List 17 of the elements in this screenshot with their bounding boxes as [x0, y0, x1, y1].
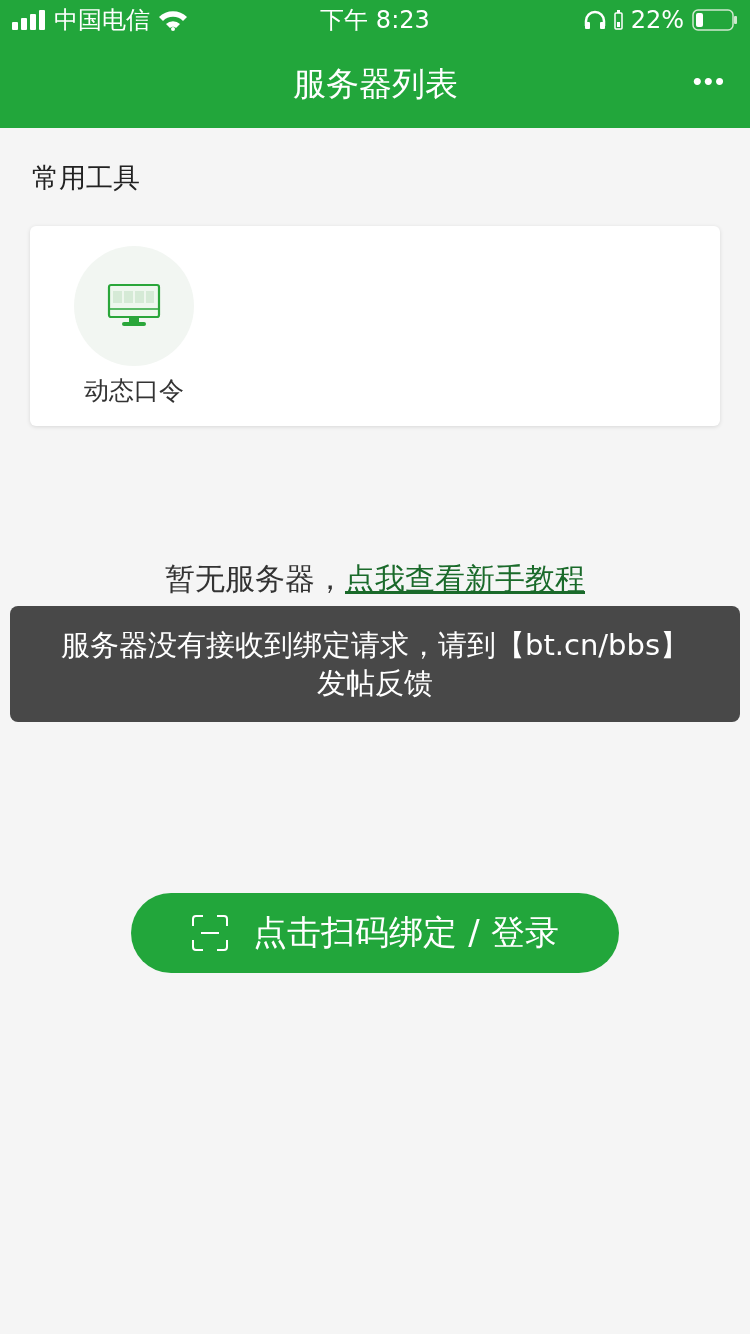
more-button[interactable]: ••• — [688, 62, 730, 101]
wifi-icon — [158, 9, 188, 31]
battery-percent: 22% — [630, 6, 684, 34]
empty-message: 暂无服务器， — [165, 562, 345, 596]
clock-time: 下午 8:23 — [320, 5, 430, 36]
tutorial-link[interactable]: 点我查看新手教程 — [345, 562, 585, 596]
scan-button[interactable]: 点击扫码绑定 / 登录 — [131, 893, 619, 973]
carrier-name: 中国电信 — [54, 5, 150, 36]
headphones-icon — [583, 10, 606, 30]
section-title: 常用工具 — [32, 161, 140, 195]
page-title: 服务器列表 — [292, 62, 458, 105]
charging-icon — [613, 10, 623, 30]
signal-icon — [12, 10, 46, 30]
battery-icon — [692, 9, 738, 31]
scan-icon — [191, 914, 230, 952]
monitor-icon — [107, 283, 161, 329]
feedback-toast: 服务器没有接收到绑定请求，请到【bt.cn/bbs】发帖反馈 — [10, 606, 740, 722]
